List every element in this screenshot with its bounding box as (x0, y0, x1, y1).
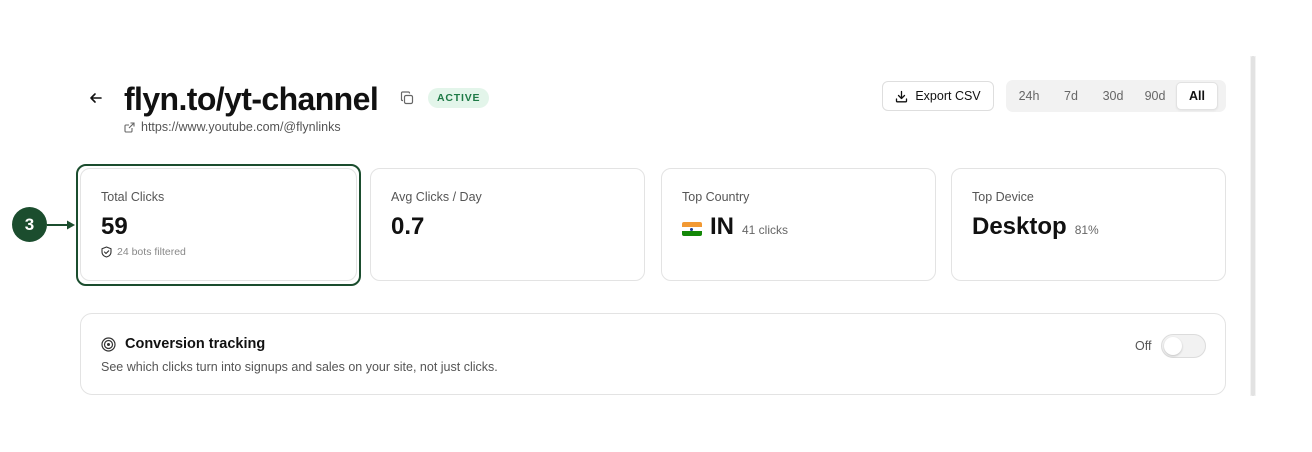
date-range-selector: 24h 7d 30d 90d All (1006, 80, 1226, 112)
range-option-90d[interactable]: 90d (1134, 82, 1176, 110)
stat-label: Top Country (682, 190, 750, 204)
conversion-description: See which clicks turn into signups and s… (101, 360, 498, 374)
top-device-value: Desktop (972, 213, 1067, 240)
top-country-value: IN (710, 213, 734, 240)
arrow-left-icon (90, 93, 102, 103)
stat-card-total-clicks: Total Clicks 59 24 bots filtered (80, 168, 357, 281)
destination-url: https://www.youtube.com/@flynlinks (141, 120, 341, 134)
stat-value: Desktop 81% (972, 212, 1099, 245)
stat-value: IN 41 clicks (682, 212, 788, 245)
page-title: flyn.to/yt-channel (124, 81, 379, 117)
stat-label: Avg Clicks / Day (391, 190, 482, 204)
conversion-toggle-label: Off (1135, 339, 1152, 353)
back-button[interactable] (84, 86, 108, 110)
stat-card-top-device: Top Device Desktop 81% (951, 168, 1226, 281)
range-option-all[interactable]: All (1176, 82, 1218, 110)
stat-card-avg-clicks: Avg Clicks / Day 0.7 (370, 168, 645, 281)
stat-label: Total Clicks (101, 190, 165, 204)
stat-label: Top Device (972, 190, 1034, 204)
external-link-icon (124, 121, 135, 133)
avg-clicks-value: 0.7 (391, 213, 425, 240)
toggle-knob (1164, 337, 1182, 355)
target-icon (101, 336, 116, 352)
stat-card-top-country: Top Country IN 41 clicks (661, 168, 936, 281)
export-csv-button[interactable]: Export CSV (882, 81, 994, 111)
range-option-7d[interactable]: 7d (1050, 82, 1092, 110)
india-flag-icon (682, 222, 702, 236)
conversion-title: Conversion tracking (125, 336, 266, 352)
range-option-24h[interactable]: 24h (1008, 82, 1050, 110)
scrollbar-thumb[interactable] (1251, 56, 1255, 396)
top-device-share: 81% (1074, 223, 1099, 237)
export-csv-label: Export CSV (915, 89, 981, 103)
pointer-arrow-icon (47, 220, 75, 230)
destination-link[interactable]: https://www.youtube.com/@flynlinks (124, 120, 341, 134)
step-marker: 3 (12, 207, 47, 242)
download-icon (896, 90, 908, 102)
conversion-tracking-card: Conversion tracking See which clicks tur… (80, 313, 1226, 395)
stat-value: 0.7 (391, 212, 424, 242)
total-clicks-value: 59 (101, 213, 128, 240)
bots-filtered-text: 24 bots filtered (117, 246, 186, 258)
shield-check-icon (101, 246, 112, 258)
range-option-30d[interactable]: 30d (1092, 82, 1134, 110)
status-badge: ACTIVE (428, 88, 490, 108)
copy-link-button[interactable] (398, 89, 416, 107)
conversion-tracking-toggle[interactable] (1161, 334, 1206, 358)
copy-icon (400, 91, 414, 105)
top-country-clicks: 41 clicks (742, 223, 789, 237)
stat-value: 59 (101, 212, 128, 242)
conversion-title-row: Conversion tracking (101, 336, 265, 352)
bots-filtered-note: 24 bots filtered (101, 246, 186, 258)
